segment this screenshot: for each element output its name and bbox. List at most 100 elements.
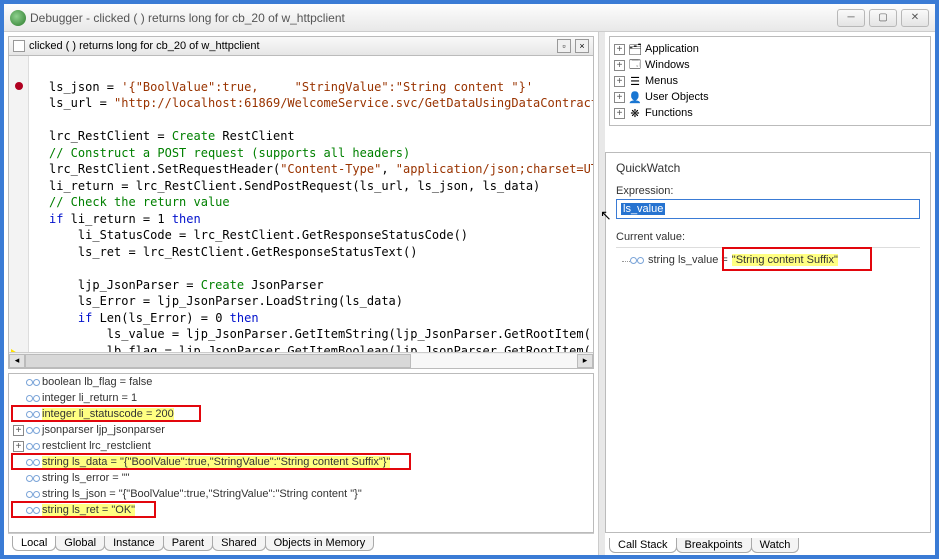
menus-icon: ☰: [628, 74, 642, 88]
tab-call-stack[interactable]: Call Stack: [609, 538, 677, 553]
expand-toggle[interactable]: +: [13, 441, 24, 452]
watch-icon: [26, 489, 40, 499]
code-token: li_return =: [63, 212, 157, 226]
watch-icon: [26, 473, 40, 483]
variables-pane[interactable]: boolean lb_flag = false integer li_retur…: [8, 373, 594, 533]
code-token: JsonParser: [244, 278, 323, 292]
code-token: lrc_RestClient =: [49, 129, 172, 143]
code-keyword: Create: [201, 278, 244, 292]
doc-restore-button[interactable]: ▫: [557, 39, 571, 53]
code-token: ljp_JsonParser =: [49, 278, 201, 292]
code-line: li_StatusCode = lrc_RestClient.GetRespon…: [49, 228, 468, 242]
titlebar: Debugger - clicked ( ) returns long for …: [4, 4, 935, 32]
code-token: ls_value = ljp_JsonParser.GetItemString(…: [49, 327, 593, 341]
application-icon: 🗂: [628, 42, 642, 56]
code-token: ,: [381, 162, 395, 176]
var-row[interactable]: boolean lb_flag = false: [42, 376, 152, 388]
tab-local[interactable]: Local: [12, 536, 56, 551]
close-button[interactable]: ✕: [901, 9, 929, 27]
breakpoint-marker[interactable]: [15, 82, 23, 90]
cursor-arrow-icon: ↖: [600, 207, 612, 224]
code-gutter[interactable]: [9, 56, 29, 368]
tab-instance[interactable]: Instance: [104, 536, 164, 551]
code-string: "http://localhost:61869/WelcomeService.s…: [114, 96, 593, 110]
code-keyword: if: [49, 212, 63, 226]
current-value-row[interactable]: string ls_value = "String content Suffix…: [616, 254, 920, 266]
tree-item-menus[interactable]: Menus: [645, 75, 678, 87]
code-body[interactable]: ls_json = '{"BoolValue":true, "StringVal…: [29, 56, 593, 352]
maximize-button[interactable]: ▢: [869, 9, 897, 27]
document-header: clicked ( ) returns long for cb_20 of w_…: [8, 36, 594, 56]
scroll-thumb[interactable]: [25, 354, 411, 368]
tree-item-user-objects[interactable]: User Objects: [645, 91, 709, 103]
minimize-button[interactable]: ─: [837, 9, 865, 27]
scroll-left-button[interactable]: ◂: [9, 354, 25, 368]
var-row[interactable]: restclient lrc_restclient: [42, 440, 151, 452]
windows-icon: 🗔: [628, 58, 642, 72]
code-keyword: then: [165, 212, 201, 226]
code-string: '{"BoolValue":true, "StringValue":"Strin…: [121, 80, 533, 94]
code-comment: // Construct a POST request (supports al…: [49, 146, 410, 160]
expand-toggle[interactable]: +: [614, 60, 625, 71]
code-token: ls_json =: [49, 80, 121, 94]
code-token: lrc_RestClient.SetRequestHeader(: [49, 162, 280, 176]
var-row[interactable]: jsonparser ljp_jsonparser: [42, 424, 165, 436]
expand-toggle[interactable]: +: [614, 108, 625, 119]
expression-label: Expression:: [616, 185, 920, 197]
scroll-track[interactable]: [25, 354, 577, 368]
doc-close-button[interactable]: ×: [575, 39, 589, 53]
tree-item-windows[interactable]: Windows: [645, 59, 690, 71]
watch-icon: [26, 425, 40, 435]
tab-objects-in-memory[interactable]: Objects in Memory: [265, 536, 375, 551]
tab-breakpoints[interactable]: Breakpoints: [676, 538, 752, 553]
code-comment: // Check the return value: [49, 195, 230, 209]
functions-icon: ❋: [628, 106, 642, 120]
object-browser[interactable]: +🗂Application +🗔Windows +☰Menus +👤User O…: [609, 36, 931, 126]
expand-toggle[interactable]: +: [13, 425, 24, 436]
document-caption: clicked ( ) returns long for cb_20 of w_…: [29, 40, 260, 52]
hscrollbar[interactable]: ◂ ▸: [9, 352, 593, 368]
vars-tabs: Local Global Instance Parent Shared Obje…: [8, 533, 594, 551]
var-row-li-statuscode[interactable]: integer li_statuscode = 200: [42, 408, 174, 420]
right-tabs: Call Stack Breakpoints Watch: [609, 535, 931, 553]
code-number: 1: [157, 212, 164, 226]
code-line: ls_ret = lrc_RestClient.GetResponseStatu…: [49, 245, 417, 259]
var-row[interactable]: string ls_json = "{"BoolValue":true,"Str…: [42, 488, 362, 500]
expand-toggle[interactable]: +: [614, 44, 625, 55]
quickwatch-panel: QuickWatch Expression: ls_value ↖ Curren…: [605, 152, 931, 533]
code-token: ls_url =: [49, 96, 114, 110]
window-title: Debugger - clicked ( ) returns long for …: [30, 11, 345, 25]
tab-shared[interactable]: Shared: [212, 536, 265, 551]
tab-global[interactable]: Global: [55, 536, 105, 551]
tab-parent[interactable]: Parent: [163, 536, 213, 551]
window-controls: ─ ▢ ✕: [837, 9, 929, 27]
code-line: ls_Error = ljp_JsonParser.LoadString(ls_…: [49, 294, 403, 308]
var-row[interactable]: integer li_return = 1: [42, 392, 137, 404]
expression-value: ls_value: [621, 203, 665, 215]
expand-toggle[interactable]: +: [614, 92, 625, 103]
code-keyword: Create: [172, 129, 215, 143]
var-row-ls-data[interactable]: string ls_data = "{"BoolValue":true,"Str…: [42, 456, 390, 468]
expand-toggle[interactable]: +: [614, 76, 625, 87]
code-token: lb_flag = ljp_JsonParser.GetItemBoolean(…: [49, 344, 593, 353]
code-string: "Content-Type": [280, 162, 381, 176]
code-keyword: then: [222, 311, 258, 325]
current-value-text: "String content Suffix": [732, 254, 838, 266]
watch-icon: [26, 409, 40, 419]
code-keyword: if: [49, 311, 92, 325]
tab-watch[interactable]: Watch: [751, 538, 800, 553]
user-objects-icon: 👤: [628, 90, 642, 104]
scroll-right-button[interactable]: ▸: [577, 354, 593, 368]
code-token: RestClient: [215, 129, 294, 143]
debugger-icon: [10, 10, 26, 26]
var-row[interactable]: string ls_error = "": [42, 472, 130, 484]
expression-input[interactable]: ls_value: [616, 199, 920, 219]
current-value-label: Current value:: [616, 231, 920, 243]
tree-item-functions[interactable]: Functions: [645, 107, 693, 119]
tree-item-application[interactable]: Application: [645, 43, 699, 55]
code-editor[interactable]: ls_json = '{"BoolValue":true, "StringVal…: [8, 56, 594, 369]
quickwatch-title: QuickWatch: [616, 161, 920, 175]
var-row-ls-ret[interactable]: string ls_ret = "OK": [42, 504, 135, 516]
code-line: li_return = lrc_RestClient.SendPostReque…: [49, 179, 540, 193]
code-token: Len(ls_Error) =: [92, 311, 215, 325]
